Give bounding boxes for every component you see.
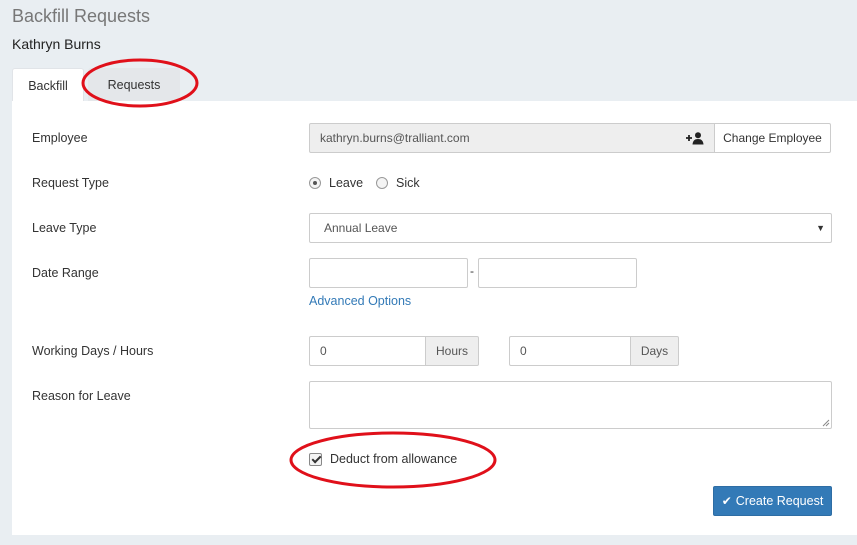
page-title: Backfill Requests — [12, 6, 151, 26]
date-start-input[interactable] — [309, 258, 468, 288]
reason-textarea[interactable] — [309, 381, 832, 429]
change-employee-button[interactable]: Change Employee — [714, 123, 831, 153]
leave-type-label: Leave Type — [32, 221, 97, 235]
days-value: 0 — [520, 344, 527, 358]
radio-sick-label: Sick — [396, 176, 420, 190]
check-icon: ✔ — [721, 494, 732, 508]
date-range-separator: - — [470, 264, 474, 278]
employee-name-heading: Kathryn Burns — [12, 36, 101, 52]
chevron-down-icon: ▼ — [816, 223, 825, 233]
radio-sick-button[interactable] — [376, 177, 388, 189]
date-range-label: Date Range — [32, 266, 99, 280]
deduct-allowance-checkbox[interactable] — [309, 452, 322, 466]
tab-backfill[interactable]: Backfill — [12, 68, 84, 102]
deduct-allowance-label: Deduct from allowance — [330, 452, 458, 466]
radio-leave-label: Leave — [329, 176, 364, 190]
advanced-options-link[interactable]: Advanced Options — [309, 294, 411, 308]
working-days-hours-label: Working Days / Hours — [32, 344, 154, 358]
change-employee-label: Change Employee — [723, 131, 822, 145]
hours-input[interactable]: 0 — [309, 336, 426, 366]
days-input[interactable]: 0 — [509, 336, 631, 366]
radio-leave-button[interactable] — [309, 177, 321, 189]
employee-label: Employee — [32, 131, 88, 145]
hours-unit-addon: Hours — [425, 336, 479, 366]
create-request-button[interactable]: ✔ Create Request — [713, 486, 832, 516]
form-panel — [12, 101, 857, 535]
tab-requests[interactable]: Requests — [88, 68, 180, 102]
reason-label: Reason for Leave — [32, 389, 131, 403]
leave-type-select[interactable]: Annual Leave ▼ — [309, 213, 832, 243]
leave-type-value: Annual Leave — [324, 221, 398, 235]
resize-handle-icon[interactable] — [822, 419, 830, 427]
deduct-allowance-option[interactable]: Deduct from allowance — [309, 452, 457, 466]
days-unit-addon: Days — [630, 336, 679, 366]
employee-field: kathryn.burns@tralliant.com — [309, 123, 715, 153]
create-request-label: Create Request — [735, 494, 824, 508]
date-end-input[interactable] — [478, 258, 637, 288]
radio-leave[interactable]: Leave — [309, 176, 363, 190]
employee-value: kathryn.burns@tralliant.com — [320, 131, 470, 145]
tab-backfill-label: Backfill — [28, 78, 68, 93]
add-user-icon[interactable] — [686, 131, 704, 145]
radio-sick[interactable]: Sick — [376, 176, 420, 190]
hours-value: 0 — [320, 344, 327, 358]
tab-requests-label: Requests — [107, 78, 161, 92]
request-type-label: Request Type — [32, 176, 109, 190]
